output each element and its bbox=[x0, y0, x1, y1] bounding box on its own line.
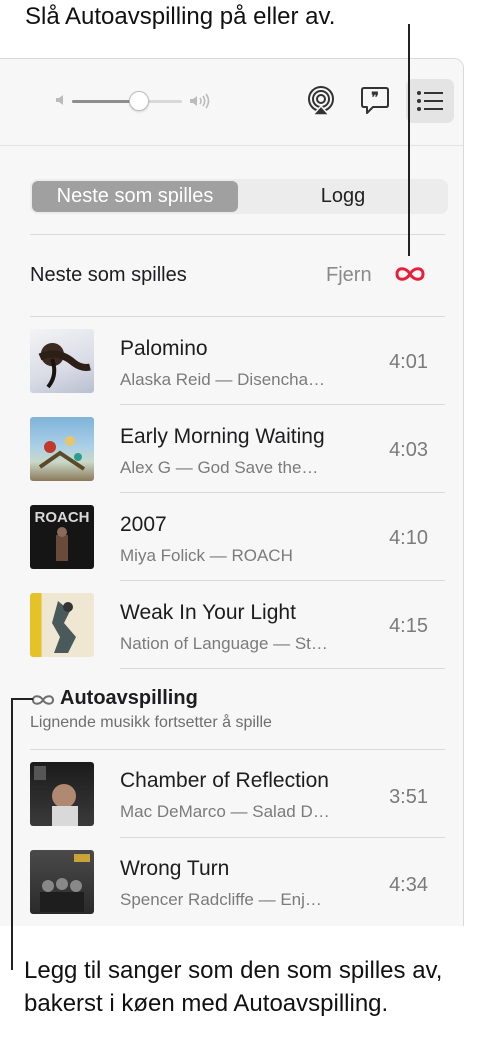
divider bbox=[120, 404, 445, 405]
song-duration: 4:01 bbox=[389, 351, 428, 373]
volume-slider-knob[interactable] bbox=[129, 91, 149, 111]
album-art bbox=[30, 329, 94, 393]
divider bbox=[120, 492, 445, 493]
song-title: Chamber of Reflection bbox=[120, 769, 329, 792]
album-art bbox=[30, 593, 94, 657]
tab-history[interactable]: Logg bbox=[240, 181, 446, 212]
song-artist-album: Alex G — God Save the… bbox=[120, 458, 319, 477]
divider bbox=[120, 580, 445, 581]
album-art bbox=[30, 417, 94, 481]
divider bbox=[120, 668, 445, 669]
album-art-text: ROACH bbox=[35, 509, 90, 526]
song-artist-album: Mac DeMarco — Salad D… bbox=[120, 802, 330, 821]
queue-list-icon bbox=[417, 91, 443, 111]
svg-text:❞: ❞ bbox=[371, 89, 379, 105]
toolbar: ❞ bbox=[0, 59, 463, 146]
song-artist-album: Spencer Radcliffe — Enj… bbox=[120, 890, 322, 909]
divider bbox=[30, 234, 445, 235]
infinity-icon bbox=[31, 695, 55, 705]
segmented-control: Neste som spilles Logg bbox=[30, 179, 448, 214]
divider bbox=[30, 749, 445, 750]
lyrics-icon[interactable]: ❞ bbox=[360, 85, 390, 117]
queue-button[interactable] bbox=[406, 79, 454, 123]
callout-line bbox=[11, 698, 13, 970]
volume-slider[interactable] bbox=[72, 100, 182, 103]
song-title: Palomino bbox=[120, 337, 208, 360]
volume-low-icon bbox=[56, 95, 63, 105]
callout-autoplay-toggle: Slå Autoavspilling på eller av. bbox=[25, 3, 336, 30]
song-artist-album: Alaska Reid — Disencha… bbox=[120, 370, 326, 389]
up-next-title: Neste som spilles bbox=[30, 264, 187, 286]
song-duration: 3:51 bbox=[389, 786, 428, 808]
album-art bbox=[30, 850, 94, 914]
airplay-icon[interactable] bbox=[305, 85, 337, 117]
divider bbox=[120, 837, 445, 838]
album-art bbox=[30, 762, 94, 826]
volume-high-icon bbox=[190, 93, 210, 109]
autoplay-toggle-infinity-icon[interactable] bbox=[392, 263, 428, 285]
autoplay-title: Autoavspilling bbox=[60, 687, 198, 709]
callout-autoplay-queue: Legg til sanger som den som spilles av, … bbox=[24, 957, 443, 1017]
tab-up-next[interactable]: Neste som spilles bbox=[32, 181, 238, 212]
clear-button[interactable]: Fjern bbox=[326, 264, 372, 287]
autoplay-subtitle: Lignende musikk fortsetter å spille bbox=[30, 714, 272, 731]
music-queue-panel: ❞ Neste som spilles Logg Neste som spill… bbox=[0, 58, 464, 926]
song-title: Wrong Turn bbox=[120, 857, 230, 880]
song-duration: 4:15 bbox=[389, 615, 428, 637]
song-title: Weak In Your Light bbox=[120, 601, 296, 624]
callout-line bbox=[408, 24, 410, 256]
song-duration: 4:34 bbox=[389, 874, 428, 896]
song-duration: 4:03 bbox=[389, 439, 428, 461]
song-duration: 4:10 bbox=[389, 527, 428, 549]
divider bbox=[30, 316, 445, 317]
song-title: 2007 bbox=[120, 513, 167, 536]
callout-line bbox=[11, 698, 33, 700]
song-title: Early Morning Waiting bbox=[120, 425, 325, 448]
song-artist-album: Nation of Language — St… bbox=[120, 634, 328, 653]
song-artist-album: Miya Folick — ROACH bbox=[120, 546, 293, 565]
album-art: ROACH bbox=[30, 505, 94, 569]
